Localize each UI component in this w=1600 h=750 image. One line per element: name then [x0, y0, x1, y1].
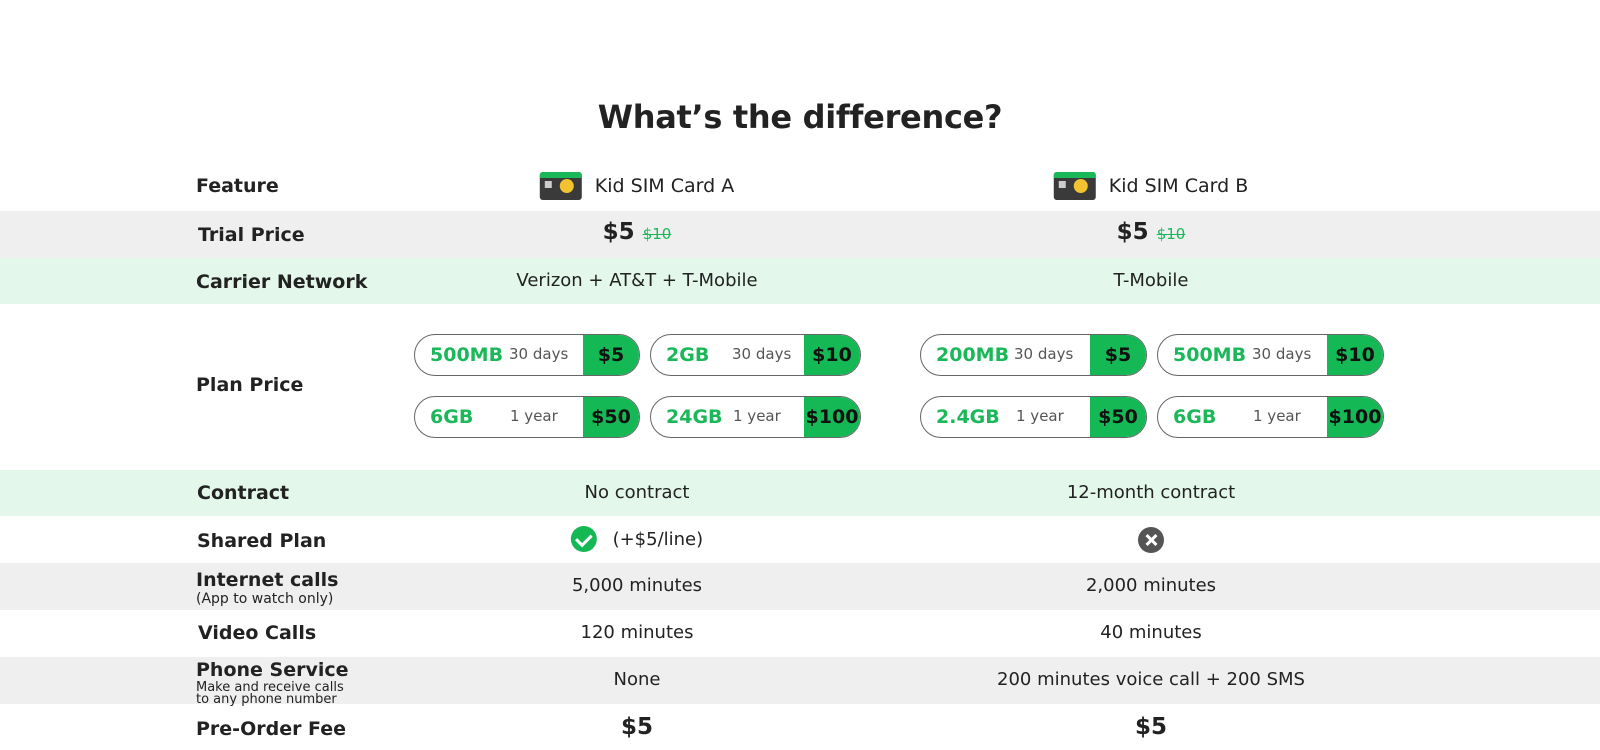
trial-price-b-old: $10: [1156, 225, 1186, 243]
plan-b-option-2[interactable]: 500MB 30 days $10: [1157, 334, 1384, 376]
sim-card-icon: [1053, 172, 1096, 200]
preorder-row: Pre-Order Fee $5 $5: [0, 704, 1600, 750]
trial-price-a-old: $10: [642, 225, 672, 243]
shared-plan-row: Shared Plan (+$5/line): [0, 516, 1600, 563]
trial-price-b: $5 $10: [1117, 219, 1186, 245]
plan-a-option-1[interactable]: 500MB 30 days $5: [414, 334, 640, 376]
plan-data: 6GB: [1173, 406, 1217, 428]
carrier-b: T-Mobile: [1113, 270, 1189, 291]
plan-data: 500MB: [430, 344, 504, 366]
plan-duration: 1 year: [1016, 407, 1064, 425]
phone-service-row: Phone Service Make and receive calls to …: [0, 657, 1600, 706]
trial-price-label: Trial Price: [198, 224, 305, 246]
page-title: What’s the difference?: [597, 98, 1003, 136]
check-icon: [570, 526, 597, 552]
shared-plan-a-note: (+$5/line): [612, 528, 704, 550]
plan-duration: 30 days: [1014, 345, 1074, 363]
video-calls-a: 120 minutes: [580, 622, 694, 643]
plan-data: 2GB: [666, 344, 710, 366]
internet-calls-label: Internet calls (App to watch only): [196, 569, 339, 607]
phone-service-b: 200 minutes voice call + 200 SMS: [997, 669, 1305, 690]
plan-b-option-1[interactable]: 200MB 30 days $5: [920, 334, 1147, 376]
trial-price-a: $5 $10: [603, 219, 672, 245]
shared-plan-b: [1138, 527, 1164, 553]
plan-price: $50: [583, 397, 639, 437]
carrier-row: Carrier Network Verizon + AT&T + T-Mobil…: [0, 258, 1600, 304]
contract-b: 12-month contract: [1066, 482, 1236, 503]
plan-duration: 1 year: [733, 407, 781, 425]
plan-price: $10: [1327, 335, 1383, 375]
plan-data: 6GB: [430, 406, 474, 428]
plan-a-option-3[interactable]: 6GB 1 year $50: [414, 396, 640, 438]
shared-plan-label: Shared Plan: [197, 530, 327, 552]
card-b-name: Kid SIM Card B: [1108, 175, 1249, 197]
plan-duration: 1 year: [510, 407, 558, 425]
header-row: Feature Kid SIM Card A Kid SIM Card B: [0, 165, 1600, 211]
shared-plan-a: (+$5/line): [570, 526, 704, 552]
video-calls-b: 40 minutes: [1100, 622, 1202, 643]
trial-price-row: Trial Price $5 $10 $5 $10: [0, 211, 1600, 258]
plan-duration: 30 days: [732, 345, 792, 363]
plan-price: $100: [1327, 397, 1383, 437]
plan-a-option-2[interactable]: 2GB 30 days $10: [650, 334, 861, 376]
card-a-name: Kid SIM Card A: [594, 175, 735, 197]
sim-card-icon: [539, 172, 582, 200]
plan-duration: 1 year: [1253, 407, 1301, 425]
phone-service-title: Phone Service: [196, 659, 349, 681]
plan-data: 2.4GB: [936, 406, 1000, 428]
video-calls-label: Video Calls: [198, 622, 317, 644]
plan-duration: 30 days: [509, 345, 569, 363]
card-b-header: Kid SIM Card B: [1053, 172, 1249, 200]
plan-price-label: Plan Price: [196, 374, 304, 396]
plan-price-row: Plan Price 500MB 30 days $5 2GB 30 days …: [0, 304, 1600, 470]
plan-b-option-4[interactable]: 6GB 1 year $100: [1157, 396, 1384, 438]
video-calls-row: Video Calls 120 minutes 40 minutes: [0, 610, 1600, 657]
carrier-label: Carrier Network: [196, 271, 368, 293]
plan-price: $100: [804, 397, 860, 437]
plan-data: 200MB: [936, 344, 1010, 366]
plan-price: $5: [1090, 335, 1146, 375]
preorder-a: $5: [620, 714, 654, 740]
internet-calls-a: 5,000 minutes: [571, 575, 703, 596]
feature-label: Feature: [196, 175, 279, 197]
contract-a: No contract: [584, 482, 690, 503]
plan-duration: 30 days: [1252, 345, 1312, 363]
preorder-b: $5: [1134, 714, 1168, 740]
phone-service-sublabel: Make and receive calls to any phone numb…: [196, 680, 344, 707]
internet-calls-b: 2,000 minutes: [1085, 575, 1217, 596]
preorder-label: Pre-Order Fee: [196, 718, 347, 740]
contract-label: Contract: [197, 482, 290, 504]
trial-price-b-current: $5: [1116, 219, 1149, 245]
plan-a-option-4[interactable]: 24GB 1 year $100: [650, 396, 861, 438]
contract-row: Contract No contract 12-month contract: [0, 470, 1600, 516]
plan-b-option-3[interactable]: 2.4GB 1 year $50: [920, 396, 1147, 438]
trial-price-a-current: $5: [602, 219, 635, 245]
card-a-header: Kid SIM Card A: [539, 172, 735, 200]
carrier-a: Verizon + AT&T + T-Mobile: [516, 270, 758, 291]
plan-data: 24GB: [666, 406, 723, 428]
internet-calls-sublabel: (App to watch only): [196, 591, 334, 607]
plan-price: $50: [1090, 397, 1146, 437]
phone-service-a: None: [613, 669, 661, 690]
plan-data: 500MB: [1173, 344, 1247, 366]
internet-calls-title: Internet calls: [196, 569, 339, 591]
x-icon: [1138, 527, 1164, 553]
internet-calls-row: Internet calls (App to watch only) 5,000…: [0, 563, 1600, 610]
plan-price: $5: [583, 335, 639, 375]
plan-price: $10: [804, 335, 860, 375]
phone-service-label: Phone Service Make and receive calls to …: [196, 659, 356, 706]
